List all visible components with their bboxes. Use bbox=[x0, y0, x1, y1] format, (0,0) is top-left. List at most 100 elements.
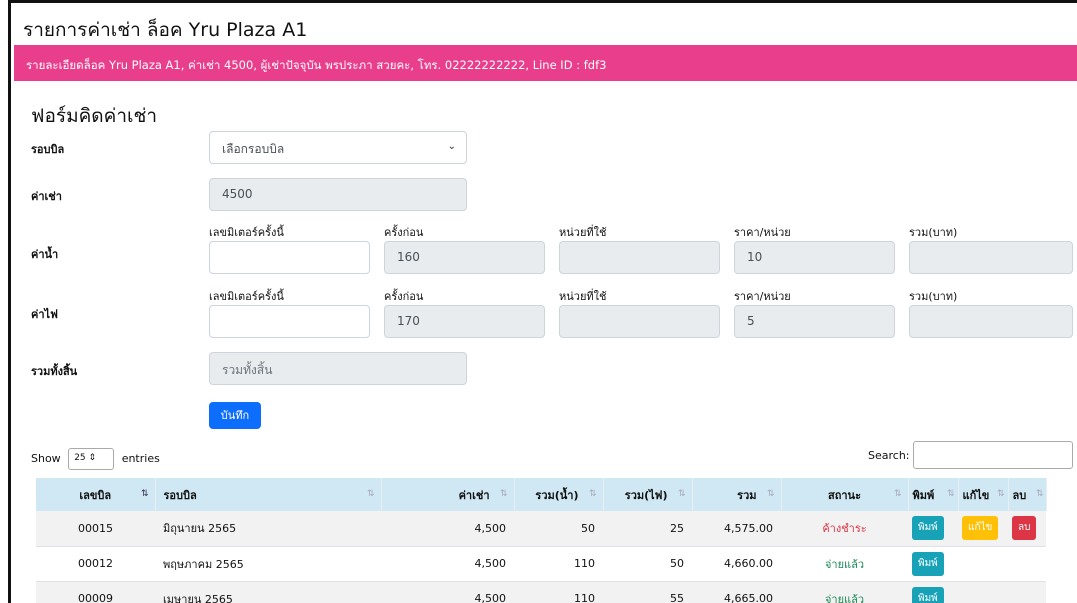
edit-cell bbox=[958, 581, 1008, 603]
billing-cycle-cell: มิถุนายน 2565 bbox=[155, 511, 381, 547]
form-title: ฟอร์มคิดค่าเช่า bbox=[31, 105, 158, 127]
water-units-field[interactable] bbox=[559, 241, 720, 274]
edit-cell bbox=[958, 546, 1008, 582]
water-total-field[interactable] bbox=[909, 241, 1073, 274]
sort-icon: ⇅ bbox=[366, 489, 375, 499]
electric-previous-label: ครั้งก่อน bbox=[384, 290, 424, 303]
status-cell: ค้างชำระ bbox=[781, 511, 908, 547]
water-previous-label: ครั้งก่อน bbox=[384, 226, 424, 239]
rent-cell: 4,500 bbox=[381, 581, 514, 603]
col-bill-number[interactable]: เลขบิล ⇅ bbox=[36, 478, 156, 511]
electric-price-label: ราคา/หน่วย bbox=[734, 290, 791, 303]
col-billing-cycle[interactable]: รอบบิล ⇅ bbox=[155, 478, 382, 511]
bill-number-cell: 00009 bbox=[36, 581, 155, 603]
water-total-cell: 110 bbox=[514, 581, 603, 603]
status-cell: จ่ายแล้ว bbox=[781, 546, 908, 582]
edit-cell: แก้ไข bbox=[958, 511, 1008, 547]
electric-units-field[interactable] bbox=[559, 305, 720, 338]
page-length-value: 25 bbox=[74, 453, 86, 463]
sort-icon: ⇅ bbox=[499, 489, 508, 499]
entries-label: entries bbox=[121, 452, 160, 465]
sort-asc-icon: ⇅ bbox=[140, 489, 149, 499]
bill-number-cell: 00012 bbox=[36, 546, 155, 582]
rent-cell: 4,500 bbox=[381, 511, 514, 547]
electric-total-cell: 50 bbox=[603, 546, 692, 582]
sort-icon: ⇅ bbox=[677, 489, 686, 499]
rent-label: ค่าเช่า bbox=[31, 190, 62, 203]
sort-icon: ⇅ bbox=[893, 489, 902, 499]
rent-field[interactable]: 4500 bbox=[209, 178, 467, 211]
page-length-control: Show 25 ⇕ entries bbox=[31, 448, 160, 470]
electric-total-field[interactable] bbox=[909, 305, 1073, 338]
delete-cell bbox=[1008, 546, 1046, 582]
sort-icon: ⇅ bbox=[996, 489, 1005, 499]
edit-button[interactable]: แก้ไข bbox=[962, 516, 999, 541]
table-row: 00009 เมษายน 2565 4,500 110 55 4,665.00 … bbox=[36, 581, 1046, 603]
print-button[interactable]: พิมพ์ bbox=[912, 516, 944, 541]
col-electric-total[interactable]: รวม(ไฟ) ⇅ bbox=[603, 478, 693, 511]
print-cell: พิมพ์ bbox=[908, 546, 958, 582]
water-price-label: ราคา/หน่วย bbox=[734, 226, 791, 239]
bill-number-cell: 00015 bbox=[36, 511, 155, 547]
col-delete[interactable]: ลบ ⇅ bbox=[1008, 478, 1047, 511]
page-length-select[interactable]: 25 ⇕ bbox=[68, 448, 115, 470]
electric-total-cell: 55 bbox=[603, 581, 692, 603]
electric-label: ค่าไฟ bbox=[31, 308, 58, 321]
sort-icon: ⇅ bbox=[1035, 489, 1044, 499]
water-previous-field[interactable]: 160 bbox=[384, 241, 545, 274]
col-status[interactable]: สถานะ ⇅ bbox=[781, 478, 909, 511]
grand-total-field[interactable]: รวมทั้งสิ้น bbox=[209, 352, 467, 385]
col-print[interactable]: พิมพ์ ⇅ bbox=[908, 478, 959, 511]
electric-current-label: เลขมิเตอร์ครั้งนี้ bbox=[209, 290, 284, 303]
sort-icon: ⇅ bbox=[946, 489, 955, 499]
table-row: 00012 พฤษภาคม 2565 4,500 110 50 4,660.00… bbox=[36, 546, 1046, 582]
water-current-label: เลขมิเตอร์ครั้งนี้ bbox=[209, 226, 284, 239]
table-header-row: เลขบิล ⇅ รอบบิล ⇅ ค่าเช่า ⇅ รวม(น้ำ) ⇅ รวม(ไ… bbox=[36, 478, 1047, 511]
total-cell: 4,660.00 bbox=[692, 546, 781, 582]
table-row: 00015 มิถุนายน 2565 4,500 50 25 4,575.00… bbox=[36, 511, 1046, 547]
delete-button[interactable]: ลบ bbox=[1012, 516, 1037, 541]
print-cell: พิมพ์ bbox=[908, 581, 958, 603]
electric-total-cell: 25 bbox=[603, 511, 692, 547]
sort-icon: ⇅ bbox=[766, 489, 775, 499]
col-total[interactable]: รวม ⇅ bbox=[692, 478, 782, 511]
col-edit[interactable]: แก้ไข ⇅ bbox=[958, 478, 1009, 511]
updown-icon: ⇕ bbox=[88, 453, 97, 463]
status-cell: จ่ายแล้ว bbox=[781, 581, 908, 603]
billing-cycle-cell: เมษายน 2565 bbox=[155, 581, 381, 603]
water-current-input[interactable] bbox=[209, 241, 370, 274]
electric-previous-field[interactable]: 170 bbox=[384, 305, 545, 338]
app-frame: รายการค่าเช่า ล็อค Yru Plaza A1 รายละเอี… bbox=[8, 0, 1077, 603]
delete-cell bbox=[1008, 581, 1046, 603]
print-cell: พิมพ์ bbox=[908, 511, 958, 547]
sort-icon: ⇅ bbox=[588, 489, 597, 499]
search-label: Search: bbox=[868, 449, 910, 462]
billing-cycle-selected: เลือกรอบบิล bbox=[222, 142, 285, 156]
water-total-cell: 50 bbox=[514, 511, 603, 547]
bills-table: เลขบิล ⇅ รอบบิล ⇅ ค่าเช่า ⇅ รวม(น้ำ) ⇅ รวม(ไ… bbox=[36, 478, 1047, 603]
water-total-cell: 110 bbox=[514, 546, 603, 582]
billing-cycle-label: รอบบิล bbox=[31, 143, 65, 156]
total-cell: 4,665.00 bbox=[692, 581, 781, 603]
chevron-down-icon: ⌄ bbox=[447, 141, 456, 152]
save-button[interactable]: บันทึก bbox=[209, 402, 261, 429]
print-button[interactable]: พิมพ์ bbox=[912, 586, 944, 603]
water-price-field[interactable]: 10 bbox=[734, 241, 895, 274]
electric-price-field[interactable]: 5 bbox=[734, 305, 895, 338]
page-title: รายการค่าเช่า ล็อค Yru Plaza A1 bbox=[23, 19, 308, 41]
electric-units-label: หน่วยที่ใช้ bbox=[559, 290, 607, 303]
lock-details-alert: รายละเอียดล็อค Yru Plaza A1, ค่าเช่า 450… bbox=[14, 45, 1077, 81]
col-water-total[interactable]: รวม(น้ำ) ⇅ bbox=[514, 478, 604, 511]
electric-current-input[interactable] bbox=[209, 305, 370, 338]
delete-cell: ลบ bbox=[1008, 511, 1046, 547]
grand-total-label: รวมทั้งสิ้น bbox=[31, 365, 78, 378]
col-rent[interactable]: ค่าเช่า ⇅ bbox=[381, 478, 515, 511]
billing-cycle-cell: พฤษภาคม 2565 bbox=[155, 546, 381, 582]
search-input[interactable] bbox=[913, 441, 1073, 469]
billing-cycle-select[interactable]: เลือกรอบบิล ⌄ bbox=[209, 131, 467, 164]
water-units-label: หน่วยที่ใช้ bbox=[559, 226, 607, 239]
print-button[interactable]: พิมพ์ bbox=[912, 551, 944, 576]
water-total-label: รวม(บาท) bbox=[909, 226, 958, 239]
rent-cell: 4,500 bbox=[381, 546, 514, 582]
total-cell: 4,575.00 bbox=[692, 511, 781, 547]
